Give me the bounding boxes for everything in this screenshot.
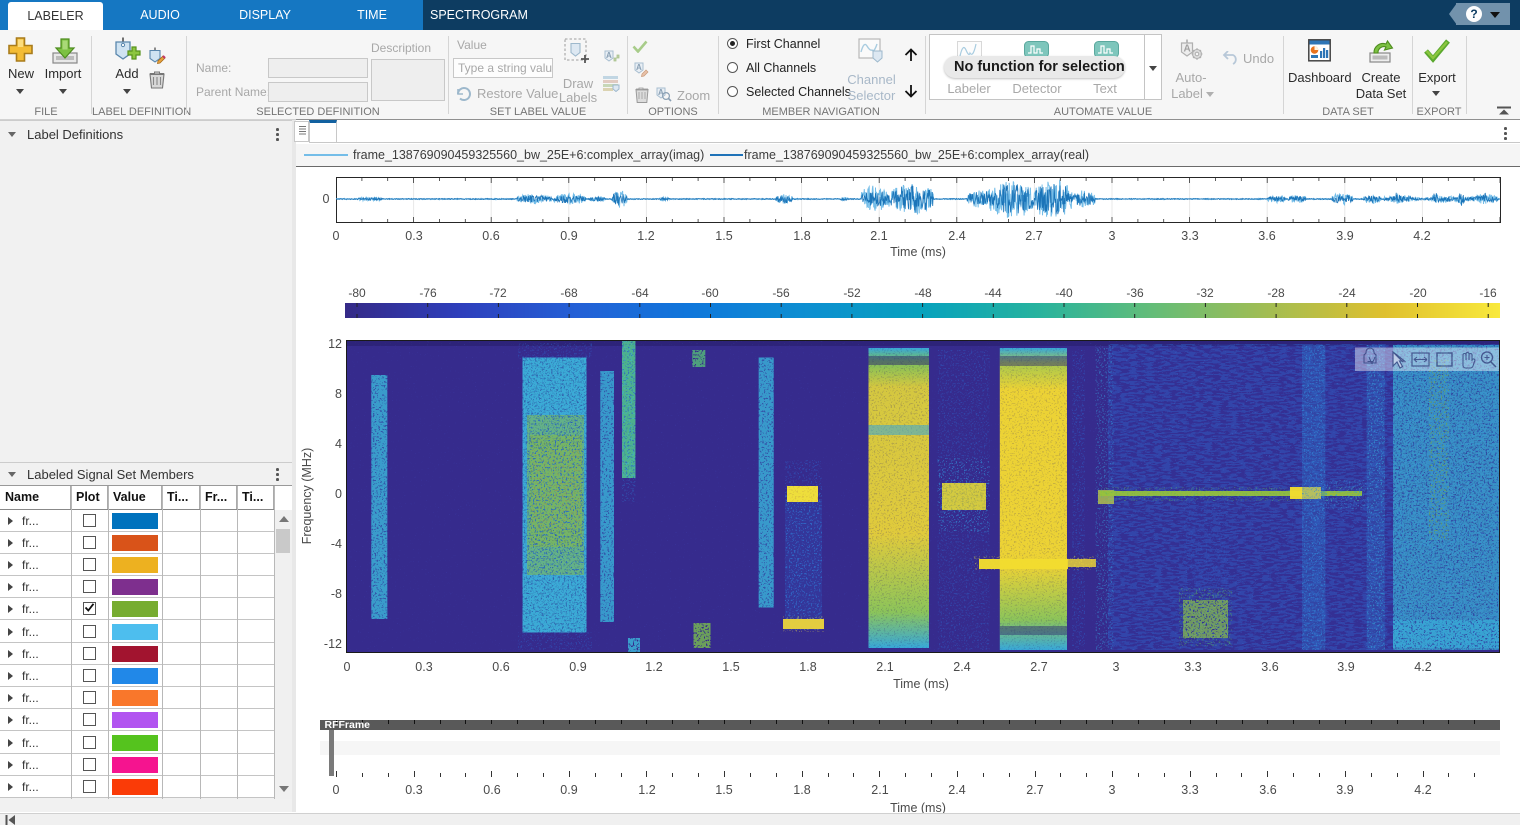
svg-text:A: A <box>606 51 612 60</box>
svg-text:A: A <box>1184 44 1191 55</box>
svg-text:A: A <box>636 63 642 72</box>
